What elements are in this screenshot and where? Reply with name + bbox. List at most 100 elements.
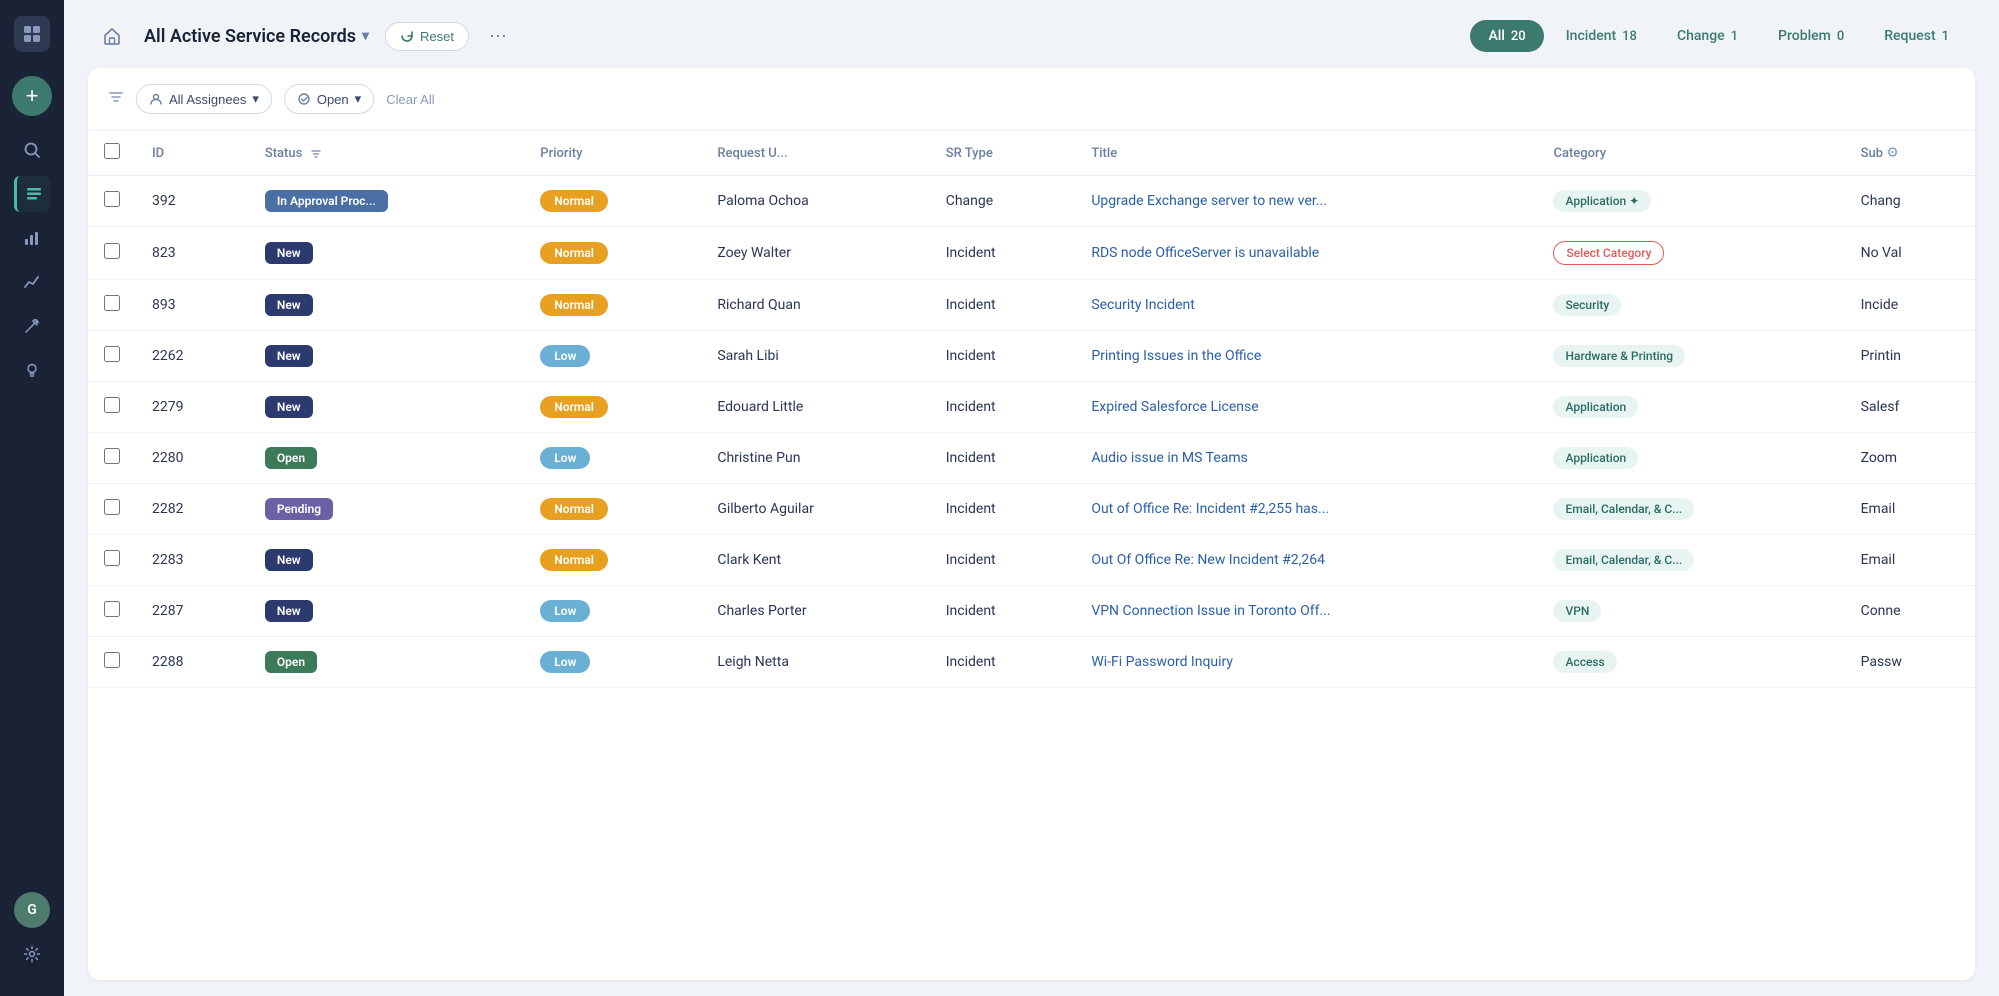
tab-request[interactable]: Request 1	[1866, 20, 1967, 52]
category-badge[interactable]: Hardware & Printing	[1553, 345, 1685, 367]
sidebar-item-ideas[interactable]	[14, 352, 50, 388]
select-all-checkbox[interactable]	[104, 143, 120, 159]
chevron-down-icon: ▾	[362, 28, 369, 44]
table-row[interactable]: 2280OpenLowChristine PunIncidentAudio is…	[88, 433, 1975, 484]
table-row[interactable]: 2282PendingNormalGilberto AguilarInciden…	[88, 484, 1975, 535]
row-checkbox[interactable]	[104, 295, 120, 311]
cell-priority: Low	[524, 637, 701, 688]
cell-status: In Approval Proc...	[249, 176, 524, 227]
cell-category[interactable]: Email, Calendar, & C...	[1537, 484, 1844, 535]
cell-title[interactable]: Security Incident	[1075, 280, 1537, 331]
row-checkbox[interactable]	[104, 191, 120, 207]
tab-all[interactable]: All 20	[1470, 20, 1543, 52]
sidebar-item-analytics[interactable]	[14, 264, 50, 300]
status-filter[interactable]: Open ▾	[284, 84, 374, 114]
priority-badge: Low	[540, 447, 590, 469]
status-badge: In Approval Proc...	[265, 190, 388, 212]
category-badge[interactable]: Email, Calendar, & C...	[1553, 498, 1694, 520]
add-button[interactable]: +	[12, 76, 52, 116]
reset-button[interactable]: Reset	[385, 22, 469, 51]
page-title[interactable]: All Active Service Records ▾	[144, 26, 369, 47]
cell-title[interactable]: Out Of Office Re: New Incident #2,264	[1075, 535, 1537, 586]
cell-sub: Incide	[1845, 280, 1975, 331]
cell-category[interactable]: VPN	[1537, 586, 1844, 637]
col-priority: Priority	[524, 131, 701, 176]
category-badge[interactable]: Application ✦	[1553, 190, 1651, 212]
cell-priority: Normal	[524, 382, 701, 433]
cell-title[interactable]: Wi-Fi Password Inquiry	[1075, 637, 1537, 688]
category-badge[interactable]: Application	[1553, 396, 1638, 418]
sidebar-item-records[interactable]	[14, 176, 50, 212]
cell-title[interactable]: RDS node OfficeServer is unavailable	[1075, 227, 1537, 280]
row-checkbox[interactable]	[104, 652, 120, 668]
row-checkbox[interactable]	[104, 601, 120, 617]
cell-title[interactable]: Audio issue in MS Teams	[1075, 433, 1537, 484]
col-title: Title	[1075, 131, 1537, 176]
category-badge[interactable]: Application	[1553, 447, 1638, 469]
cell-priority: Normal	[524, 227, 701, 280]
cell-title[interactable]: Expired Salesforce License	[1075, 382, 1537, 433]
cell-category[interactable]: Access	[1537, 637, 1844, 688]
table-row[interactable]: 392In Approval Proc...NormalPaloma Ochoa…	[88, 176, 1975, 227]
filter-icon[interactable]	[108, 89, 124, 109]
table-row[interactable]: 893NewNormalRichard QuanIncidentSecurity…	[88, 280, 1975, 331]
row-checkbox[interactable]	[104, 243, 120, 259]
home-icon[interactable]	[96, 20, 128, 52]
cell-category[interactable]: Application ✦	[1537, 176, 1844, 227]
row-checkbox[interactable]	[104, 397, 120, 413]
tab-change[interactable]: Change 1	[1659, 20, 1756, 52]
cell-category[interactable]: Security	[1537, 280, 1844, 331]
assignee-filter[interactable]: All Assignees ▾	[136, 84, 272, 114]
status-badge: New	[265, 396, 313, 418]
cell-category[interactable]: Application	[1537, 433, 1844, 484]
clear-all-button[interactable]: Clear All	[386, 92, 434, 107]
cell-category[interactable]: Hardware & Printing	[1537, 331, 1844, 382]
tab-problem[interactable]: Problem 0	[1760, 20, 1862, 52]
cell-title[interactable]: VPN Connection Issue in Toronto Off...	[1075, 586, 1537, 637]
avatar[interactable]: G	[14, 892, 50, 928]
table-row[interactable]: 2279NewNormalEdouard LittleIncidentExpir…	[88, 382, 1975, 433]
row-checkbox[interactable]	[104, 550, 120, 566]
table-row[interactable]: 823NewNormalZoey WalterIncidentRDS node …	[88, 227, 1975, 280]
select-all-header[interactable]	[88, 131, 136, 176]
category-badge[interactable]: VPN	[1553, 600, 1601, 622]
row-checkbox[interactable]	[104, 499, 120, 515]
tab-incident[interactable]: Incident 18	[1548, 20, 1655, 52]
category-badge[interactable]: Email, Calendar, & C...	[1553, 549, 1694, 571]
cell-category[interactable]: Application	[1537, 382, 1844, 433]
row-checkbox[interactable]	[104, 346, 120, 362]
status-badge: New	[265, 345, 313, 367]
cell-sr-type: Incident	[930, 433, 1076, 484]
cell-title[interactable]: Printing Issues in the Office	[1075, 331, 1537, 382]
category-badge[interactable]: Access	[1553, 651, 1616, 673]
cell-sr-type: Incident	[930, 331, 1076, 382]
cell-category[interactable]: Email, Calendar, & C...	[1537, 535, 1844, 586]
col-category: Category	[1537, 131, 1844, 176]
cell-sub: Printin	[1845, 331, 1975, 382]
priority-badge: Normal	[540, 549, 608, 571]
sidebar-item-tools[interactable]	[14, 308, 50, 344]
cell-sub: Email	[1845, 484, 1975, 535]
table-row[interactable]: 2262NewLowSarah LibiIncidentPrinting Iss…	[88, 331, 1975, 382]
cell-title[interactable]: Upgrade Exchange server to new ver...	[1075, 176, 1537, 227]
category-badge[interactable]: Security	[1553, 294, 1621, 316]
priority-badge: Normal	[540, 294, 608, 316]
cell-status: New	[249, 280, 524, 331]
select-category-badge[interactable]: Select Category	[1553, 241, 1664, 265]
table-row[interactable]: 2283NewNormalClark KentIncidentOut Of Of…	[88, 535, 1975, 586]
cell-category[interactable]: Select Category	[1537, 227, 1844, 280]
more-options-icon[interactable]: ⋯	[485, 22, 511, 51]
table-row[interactable]: 2287NewLowCharles PorterIncidentVPN Conn…	[88, 586, 1975, 637]
cell-requester: Leigh Netta	[701, 637, 929, 688]
sidebar-item-chart-bar[interactable]	[14, 220, 50, 256]
cell-id: 2283	[136, 535, 249, 586]
col-sr-type: SR Type	[930, 131, 1076, 176]
table-row[interactable]: 2288OpenLowLeigh NettaIncidentWi-Fi Pass…	[88, 637, 1975, 688]
sidebar-item-search[interactable]	[14, 132, 50, 168]
cell-title[interactable]: Out of Office Re: Incident #2,255 has...	[1075, 484, 1537, 535]
row-checkbox[interactable]	[104, 448, 120, 464]
col-settings-icon[interactable]: ⚙	[1886, 145, 1899, 161]
cell-sub: Chang	[1845, 176, 1975, 227]
settings-icon[interactable]	[14, 936, 50, 972]
cell-priority: Normal	[524, 280, 701, 331]
